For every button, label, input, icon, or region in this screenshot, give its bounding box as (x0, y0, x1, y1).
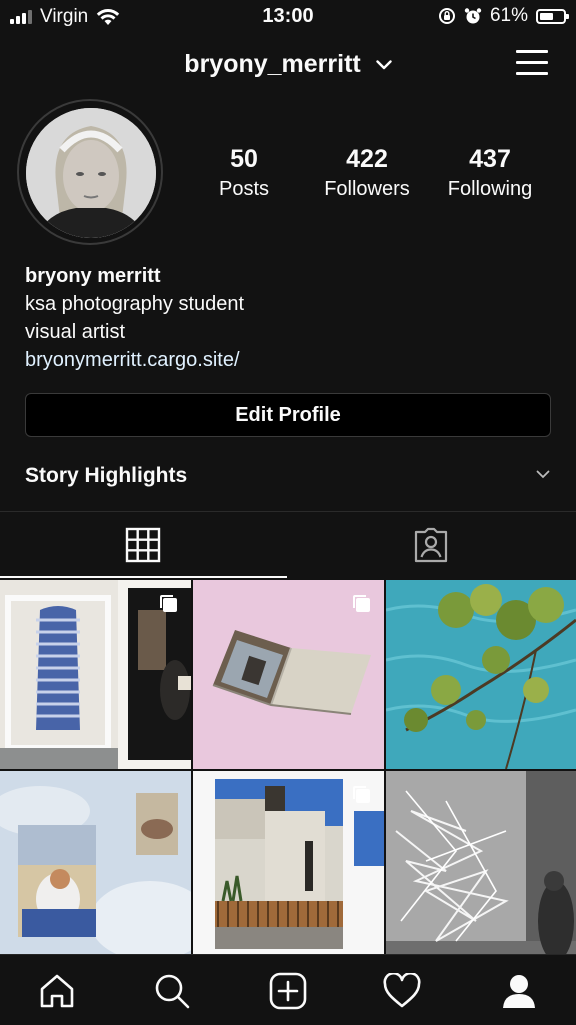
orientation-lock-icon (438, 8, 455, 24)
profile-header: bryony_merritt (0, 44, 576, 88)
stat-followers-value: 422 (346, 145, 388, 173)
battery-percent: 61% (489, 5, 528, 26)
post-thumbnail[interactable] (0, 580, 191, 769)
activity-heart-icon (383, 973, 421, 1008)
post-image (386, 580, 576, 769)
status-right: 61% (438, 5, 569, 27)
edit-profile-button[interactable]: Edit Profile (25, 393, 551, 437)
home-icon (40, 974, 74, 1008)
stat-following-value: 437 (469, 145, 511, 173)
bio-line-1: ksa photography student (25, 293, 245, 315)
profile-bio: bryony merritt ksa photography student v… (25, 262, 244, 374)
username-label: bryony_merritt (184, 50, 361, 78)
stat-posts[interactable]: 50 Posts (200, 145, 288, 201)
chevron-down-icon[interactable] (536, 470, 550, 479)
grid-icon (125, 527, 161, 563)
story-highlights-toggle[interactable]: Story Highlights (25, 464, 187, 488)
posts-grid (0, 580, 576, 954)
stat-posts-value: 50 (230, 145, 258, 173)
nav-activity[interactable] (380, 969, 424, 1013)
avatar[interactable] (26, 108, 156, 238)
stat-following[interactable]: 437 Following (436, 145, 544, 201)
post-thumbnail[interactable] (193, 580, 384, 769)
active-tab-indicator (0, 576, 287, 578)
battery-icon (536, 8, 569, 24)
search-icon (155, 974, 190, 1009)
stat-posts-label: Posts (218, 178, 270, 200)
stat-followers-label: Followers (324, 178, 410, 200)
tab-tagged[interactable] (289, 512, 576, 578)
stat-followers[interactable]: 422 Followers (312, 145, 422, 201)
nav-new-post[interactable] (266, 969, 310, 1013)
avatar-photo (26, 108, 156, 238)
post-image (0, 771, 191, 954)
nav-profile[interactable] (497, 969, 541, 1013)
profile-name: bryony merritt (25, 265, 161, 287)
stat-following-label: Following (447, 178, 533, 200)
bio-link[interactable]: bryonymerritt.cargo.site/ (25, 346, 244, 374)
bottom-navigation (0, 954, 576, 1025)
carousel-icon (160, 595, 177, 612)
chevron-down-icon (376, 60, 392, 70)
username-switcher[interactable]: bryony_merritt (0, 50, 576, 79)
profile-icon (503, 975, 535, 1008)
nav-home[interactable] (35, 969, 79, 1013)
new-post-icon (269, 972, 307, 1010)
status-bar: Virgin 13:00 61% (0, 0, 576, 32)
bio-line-2: visual artist (25, 321, 126, 343)
post-thumbnail[interactable] (386, 580, 576, 769)
post-thumbnail[interactable] (386, 771, 576, 954)
tagged-person-icon (414, 527, 448, 563)
menu-icon[interactable] (516, 50, 548, 76)
tab-grid[interactable] (0, 512, 287, 578)
post-image (386, 771, 576, 954)
post-thumbnail[interactable] (193, 771, 384, 954)
carousel-icon (353, 595, 370, 612)
post-thumbnail[interactable] (0, 771, 191, 954)
alarm-icon (464, 8, 482, 24)
nav-search[interactable] (150, 969, 194, 1013)
carousel-icon (353, 786, 370, 803)
